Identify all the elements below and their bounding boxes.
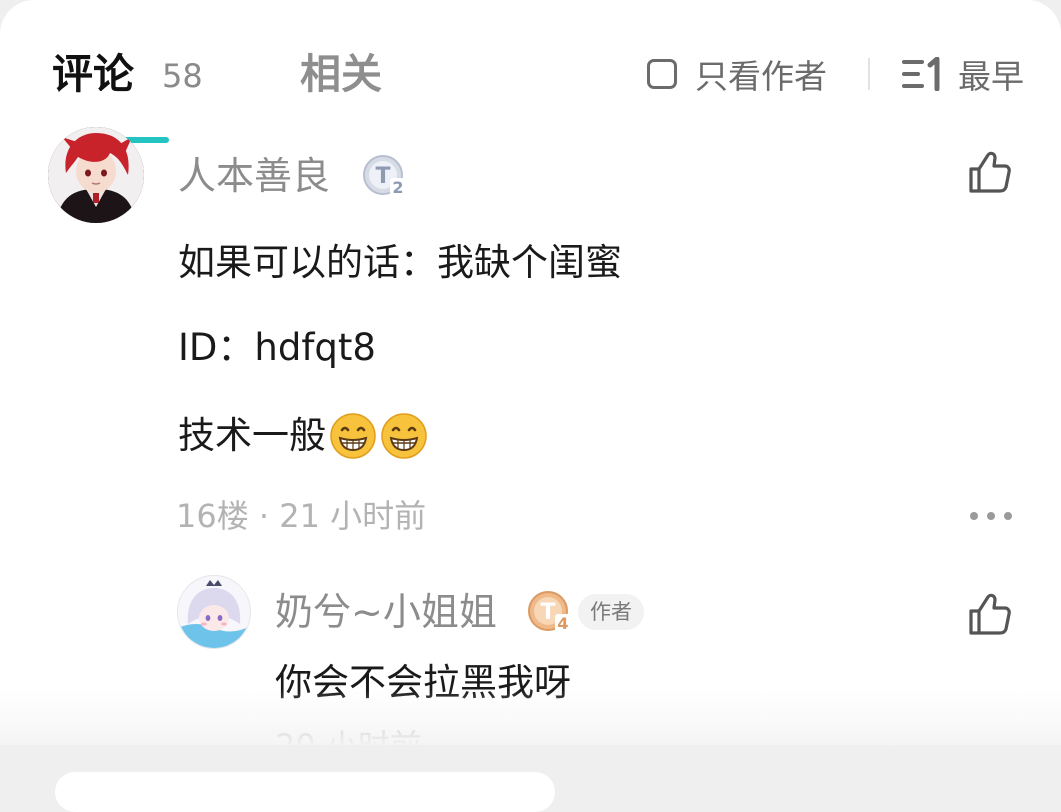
checkbox-icon[interactable] — [647, 59, 677, 89]
thumbs-up-icon[interactable] — [967, 591, 1013, 637]
comment-input-bar[interactable] — [55, 772, 555, 812]
grinning-face-icon — [381, 413, 427, 459]
comment-time: 21 小时前 — [279, 497, 427, 535]
comments-sheet: 评论 58 相关 只看作者 最早 人本善良 T 2 如果可以的话：我缺个闺蜜 I… — [0, 0, 1061, 745]
grinning-face-icon — [330, 413, 376, 459]
svg-text:T: T — [375, 164, 390, 189]
header-divider — [868, 58, 870, 90]
comment-username[interactable]: 人本善良 — [178, 153, 330, 199]
author-only-toggle[interactable]: 只看作者 — [647, 52, 827, 96]
svg-text:4: 4 — [557, 614, 568, 633]
tab-related[interactable]: 相关 — [300, 48, 382, 100]
svg-text:T: T — [540, 600, 555, 625]
avatar[interactable] — [48, 127, 144, 223]
more-dots-icon[interactable] — [970, 506, 1012, 526]
reply-text: 你会不会拉黑我呀 — [275, 661, 571, 704]
thumbs-up-icon[interactable] — [967, 149, 1013, 195]
author-tag: 作者 — [578, 594, 644, 630]
avatar-image — [48, 127, 144, 223]
avatar[interactable] — [177, 575, 251, 649]
comments-count: 58 — [162, 57, 203, 95]
comment-text-line: ID：hdfqt8 — [178, 326, 376, 369]
level-badge-icon: T 2 — [363, 155, 406, 197]
comment-text: 技术一般 — [178, 414, 326, 457]
sort-button[interactable]: 最早 — [900, 52, 1024, 96]
floor-number: 16楼 — [176, 497, 249, 535]
sort-label: 最早 — [958, 57, 1024, 96]
svg-text:2: 2 — [392, 178, 403, 197]
comment-text-line: 技术一般 — [178, 412, 428, 460]
sort-list-icon — [902, 57, 940, 91]
meta-separator: · — [248, 497, 280, 535]
reply-time: 20 小时前 — [275, 726, 422, 745]
avatar-image — [178, 576, 250, 648]
level-badge-icon: T 4 — [528, 591, 571, 633]
tab-comments[interactable]: 评论 — [52, 48, 134, 100]
dot — [1004, 512, 1012, 520]
reply-username[interactable]: 奶兮~小姐姐 — [275, 589, 497, 635]
dot — [987, 512, 995, 520]
dot — [970, 512, 978, 520]
comment-text-line: 如果可以的话：我缺个闺蜜 — [178, 241, 622, 284]
author-only-label: 只看作者 — [695, 57, 827, 96]
comment-meta: 16楼 · 21 小时前 — [176, 496, 426, 536]
